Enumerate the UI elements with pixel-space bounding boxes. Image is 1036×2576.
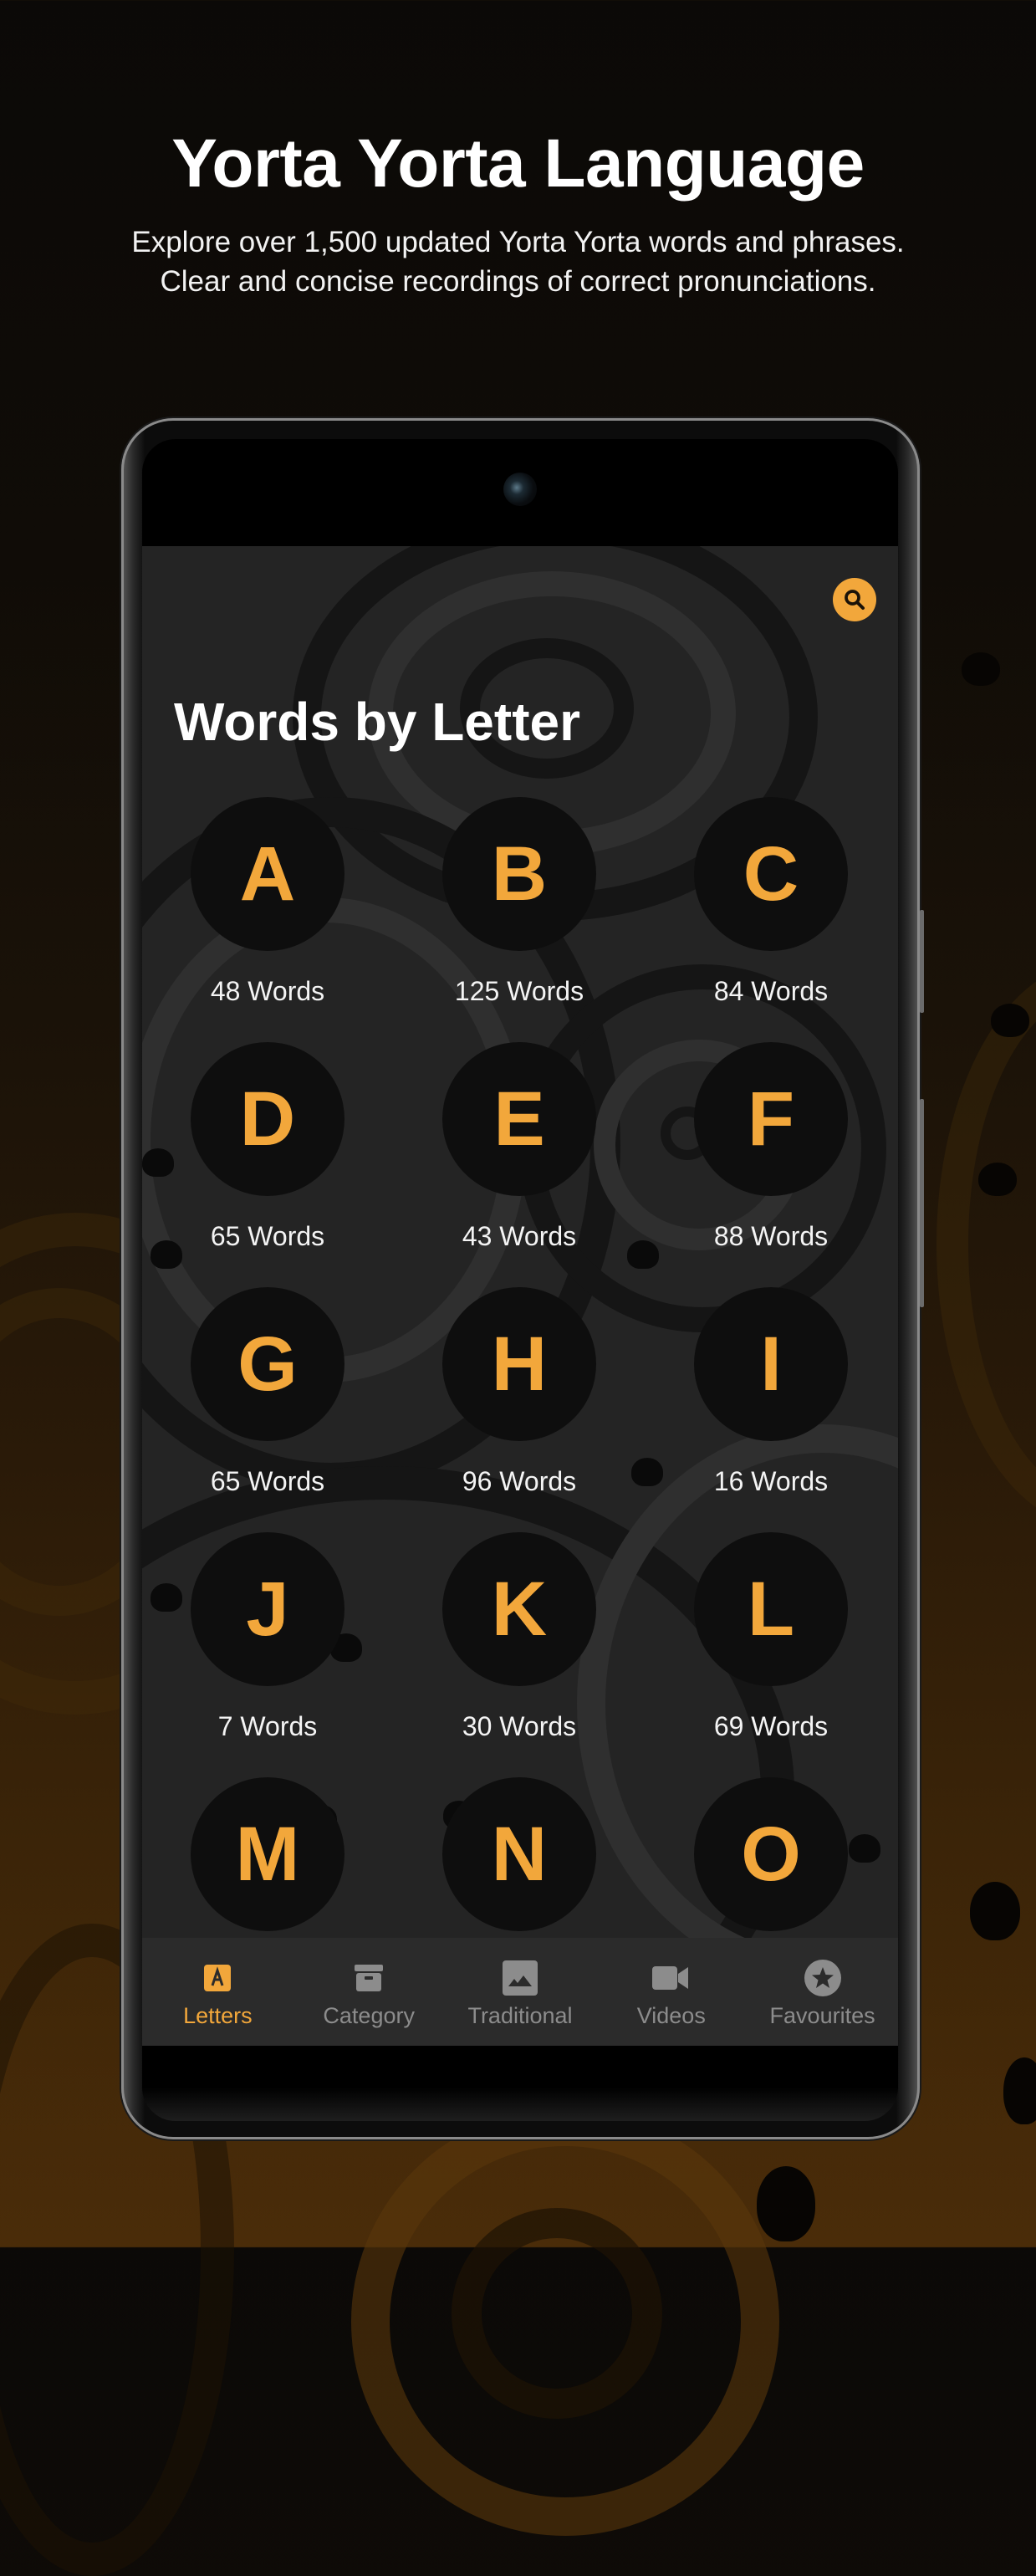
letter-circle: B: [442, 797, 596, 951]
page-title: Words by Letter: [174, 692, 580, 752]
nav-label: Category: [323, 2003, 415, 2028]
letter-tile-b[interactable]: B 125 Words: [419, 797, 620, 1006]
letter-tile-j[interactable]: J 7 Words: [167, 1532, 368, 1741]
nav-tab-videos[interactable]: Videos: [595, 1938, 747, 2046]
letter-glyph: H: [491, 1321, 548, 1407]
letter-glyph: E: [493, 1076, 545, 1162]
search-icon: [845, 590, 865, 610]
letter-tile-e[interactable]: E 43 Words: [419, 1042, 620, 1251]
word-count: 69 Words: [713, 1711, 829, 1741]
letter-circle: E: [442, 1042, 596, 1196]
letter-a-icon: [203, 1961, 232, 1995]
letter-glyph: B: [491, 831, 548, 917]
nav-label: Letters: [183, 2003, 253, 2028]
letter-tile-c[interactable]: C 84 Words: [671, 797, 871, 1006]
background-swirl: [452, 2208, 662, 2419]
word-count: 96 Words: [462, 1466, 577, 1496]
letter-circle: C: [694, 797, 848, 951]
letter-tile-i[interactable]: I 16 Words: [671, 1287, 871, 1496]
letter-tile-m[interactable]: M: [167, 1777, 368, 1938]
nav-label: Favourites: [769, 2003, 875, 2028]
image-icon: [502, 1960, 538, 1996]
promo-title: Yorta Yorta Language: [171, 125, 865, 202]
nav-tab-traditional[interactable]: Traditional: [445, 1938, 596, 2046]
word-count: 125 Words: [454, 976, 584, 1006]
letter-circle: J: [191, 1532, 344, 1686]
background-swirl: [351, 2108, 779, 2536]
word-count: 48 Words: [210, 976, 325, 1006]
letter-circle: F: [694, 1042, 848, 1196]
word-count: 88 Words: [713, 1221, 829, 1251]
background-dot: [757, 2166, 815, 2241]
letter-glyph: C: [743, 831, 799, 917]
archive-box-icon: [354, 1961, 384, 1995]
search-button[interactable]: [833, 578, 876, 621]
letter-circle: D: [191, 1042, 344, 1196]
letter-tile-a[interactable]: A 48 Words: [167, 797, 368, 1006]
letter-tile-f[interactable]: F 88 Words: [671, 1042, 871, 1251]
word-count: 65 Words: [210, 1221, 325, 1251]
letter-glyph: I: [760, 1321, 782, 1407]
promo-subtitle-line1: Explore over 1,500 updated Yorta Yorta w…: [131, 226, 905, 258]
letter-glyph: G: [237, 1321, 298, 1407]
word-count: 43 Words: [462, 1221, 577, 1251]
letter-glyph: K: [491, 1567, 548, 1652]
nav-label: Videos: [636, 2003, 706, 2028]
letter-glyph: A: [239, 831, 296, 917]
background-dot: [991, 1004, 1029, 1037]
background-dot: [962, 652, 1000, 686]
letter-glyph: M: [235, 1812, 300, 1897]
letter-circle: A: [191, 797, 344, 951]
letter-glyph: D: [239, 1076, 296, 1162]
letter-glyph: F: [747, 1076, 795, 1162]
nav-tab-category[interactable]: Category: [293, 1938, 445, 2046]
letter-tile-l[interactable]: L 69 Words: [671, 1532, 871, 1741]
letter-circle: I: [694, 1287, 848, 1441]
word-count: 7 Words: [217, 1711, 318, 1741]
background-dot: [978, 1163, 1017, 1196]
letter-circle: G: [191, 1287, 344, 1441]
video-camera-icon: [651, 1961, 691, 1995]
letter-circle: M: [191, 1777, 344, 1931]
letter-glyph: L: [747, 1567, 795, 1652]
navigation-bar-area: [142, 2046, 898, 2121]
letter-circle: H: [442, 1287, 596, 1441]
word-count: 65 Words: [210, 1466, 325, 1496]
background-swirl: [936, 962, 1036, 1527]
letter-circle: O: [694, 1777, 848, 1931]
letter-circle: K: [442, 1532, 596, 1686]
front-camera: [503, 473, 537, 506]
bottom-navigation: Letters Category Traditional Videos Favo…: [142, 1938, 898, 2046]
letter-tile-o[interactable]: O: [671, 1777, 871, 1938]
word-count: 16 Words: [713, 1466, 829, 1496]
word-count: 84 Words: [713, 976, 829, 1006]
phone-side-button: [920, 1099, 924, 1307]
letter-glyph: O: [741, 1812, 801, 1897]
letter-circle: N: [442, 1777, 596, 1931]
letter-glyph: N: [491, 1812, 548, 1897]
background-dot: [1003, 2057, 1036, 2124]
word-count: 30 Words: [462, 1711, 577, 1741]
phone-side-button: [920, 910, 924, 1013]
promo-subtitle-line2: Clear and concise recordings of correct …: [160, 265, 876, 298]
letter-tile-g[interactable]: G 65 Words: [167, 1287, 368, 1496]
art-dot: [627, 1240, 659, 1269]
app-screen: Words by Letter A 48 Words B 125 Words C 84 W…: [142, 546, 898, 1938]
nav-label: Traditional: [467, 2003, 573, 2028]
letter-tile-d[interactable]: D 65 Words: [167, 1042, 368, 1251]
promo-subtitle: Explore over 1,500 updated Yorta Yorta w…: [0, 222, 1036, 301]
letter-tile-n[interactable]: N: [419, 1777, 620, 1938]
art-dot: [631, 1458, 663, 1486]
nav-tab-favourites[interactable]: Favourites: [747, 1938, 898, 2046]
star-circle-icon: [804, 1960, 842, 1996]
background-dot: [970, 1882, 1020, 1940]
letter-tile-k[interactable]: K 30 Words: [419, 1532, 620, 1741]
letter-tile-h[interactable]: H 96 Words: [419, 1287, 620, 1496]
letter-circle: L: [694, 1532, 848, 1686]
letter-glyph: J: [246, 1567, 289, 1652]
nav-tab-letters[interactable]: Letters: [142, 1938, 293, 2046]
